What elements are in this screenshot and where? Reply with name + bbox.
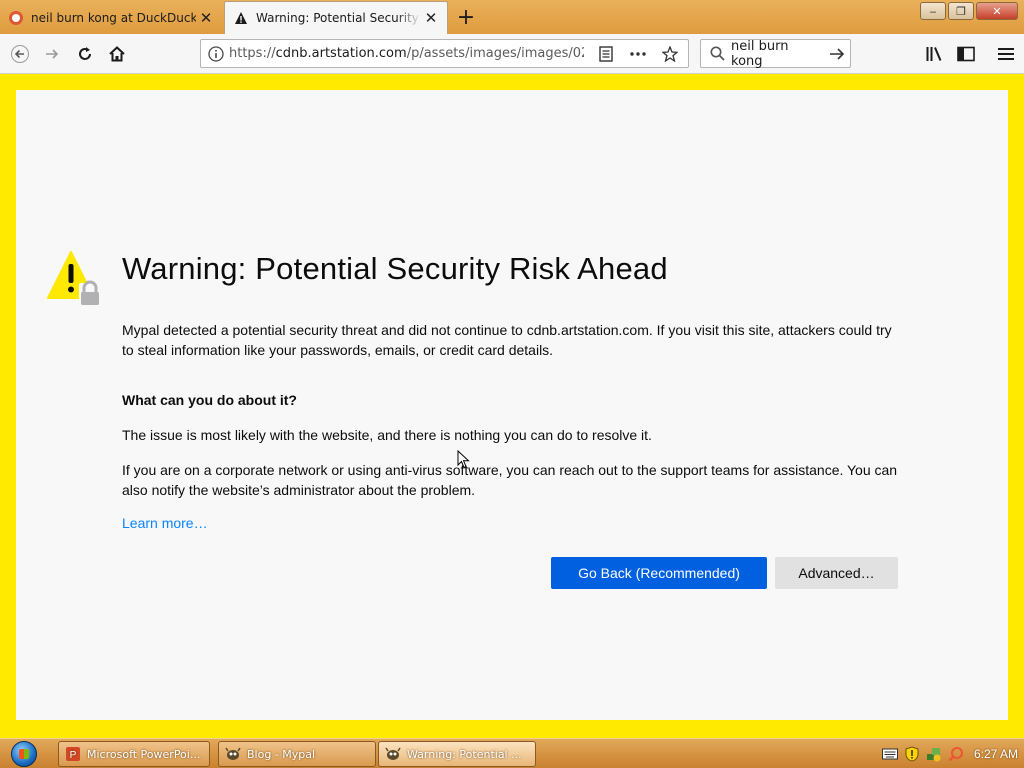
- sidebar-icon: [957, 46, 975, 62]
- advanced-button[interactable]: Advanced…: [775, 557, 898, 589]
- sidebar-button[interactable]: [952, 40, 980, 68]
- taskbar-item-powerpoint[interactable]: P Microsoft PowerPoi...: [58, 741, 210, 767]
- warning-icon: [233, 10, 249, 26]
- home-icon: [109, 46, 125, 62]
- restore-button[interactable]: ❐: [948, 2, 974, 20]
- library-button[interactable]: [920, 40, 948, 68]
- security-warning-page: Warning: Potential Security Risk Ahead M…: [16, 90, 1008, 720]
- powerpoint-icon: P: [65, 746, 81, 762]
- tab-duckduckgo[interactable]: neil burn kong at DuckDuckGo ✕: [0, 2, 222, 34]
- warning-lock-icon: [47, 251, 101, 307]
- close-tab-icon[interactable]: ✕: [196, 8, 216, 28]
- search-input[interactable]: neil burn kong: [729, 39, 824, 69]
- svg-text:P: P: [70, 750, 77, 761]
- intro-text: Mypal detected a potential security thre…: [122, 322, 892, 358]
- taskbar-item-label: Warning: Potential ...: [407, 747, 522, 761]
- close-tab-icon[interactable]: ✕: [421, 8, 441, 28]
- mypal-icon: [385, 746, 401, 762]
- duckduckgo-icon: [8, 10, 24, 26]
- bookmark-star-icon[interactable]: [656, 41, 684, 67]
- taskbar-item-blog-mypal[interactable]: Blog - Mypal: [218, 741, 376, 767]
- keyboard-icon[interactable]: [881, 746, 898, 762]
- navigation-toolbar: https://cdnb.artstation.com/p/assets/ima…: [0, 34, 1024, 74]
- search-bar[interactable]: neil burn kong: [700, 39, 851, 69]
- page-title: Warning: Potential Security Risk Ahead: [122, 251, 668, 286]
- hamburger-menu-icon: [998, 48, 1014, 60]
- search-icon: [705, 42, 729, 66]
- system-tray: 6:27 AM: [881, 739, 1018, 768]
- reload-icon: [79, 47, 91, 60]
- back-button[interactable]: [6, 40, 34, 68]
- site-info-icon[interactable]: [203, 41, 229, 67]
- taskbar-item-label: Microsoft PowerPoi...: [87, 747, 201, 761]
- url-scheme: https://: [229, 46, 276, 61]
- what-can-you-do-heading: What can you do about it?: [122, 392, 297, 408]
- library-icon: [926, 47, 942, 61]
- menu-button[interactable]: [992, 40, 1020, 68]
- tab-title: Warning: Potential Security Risk Ahead: [256, 11, 421, 25]
- tab-strip: neil burn kong at DuckDuckGo ✕ Warning: …: [0, 0, 1024, 34]
- volume-search-icon[interactable]: [948, 746, 964, 762]
- home-button[interactable]: [103, 40, 131, 68]
- new-tab-button[interactable]: +: [452, 4, 480, 30]
- close-window-button[interactable]: ✕: [976, 2, 1018, 20]
- url-path: /p/assets/images/images/02...: [406, 46, 584, 61]
- url-text[interactable]: https://cdnb.artstation.com/p/assets/ima…: [229, 46, 584, 61]
- windows-logo-icon: [11, 741, 37, 767]
- window-controls: ‒ ❐ ✕: [920, 2, 1018, 20]
- forward-arrow-icon: [46, 49, 59, 59]
- go-back-button[interactable]: Go Back (Recommended): [551, 557, 767, 589]
- learn-more-link[interactable]: Learn more…: [122, 515, 208, 531]
- tab-security-warning[interactable]: Warning: Potential Security Risk Ahead ✕: [224, 1, 448, 34]
- taskbar-item-warning[interactable]: Warning: Potential ...: [378, 741, 536, 767]
- reader-view-icon[interactable]: [592, 41, 620, 67]
- security-shield-icon[interactable]: [904, 746, 920, 762]
- mypal-icon: [225, 746, 241, 762]
- resolution-text: The issue is most likely with the websit…: [122, 427, 652, 443]
- search-go-arrow-icon[interactable]: [824, 42, 850, 66]
- url-host: cdnb.artstation.com: [275, 46, 407, 61]
- clock[interactable]: 6:27 AM: [974, 747, 1018, 761]
- support-text: If you are on a corporate network or usi…: [122, 462, 898, 498]
- page-actions-icon[interactable]: [624, 41, 652, 67]
- mouse-cursor-icon: [457, 450, 470, 469]
- reload-button[interactable]: [71, 40, 99, 68]
- back-arrow-icon: [11, 45, 29, 63]
- forward-button[interactable]: [38, 40, 66, 68]
- start-button[interactable]: [4, 740, 44, 768]
- network-icon[interactable]: [926, 746, 942, 762]
- url-bar[interactable]: https://cdnb.artstation.com/p/assets/ima…: [200, 39, 689, 68]
- taskbar: P Microsoft PowerPoi... Blog - Mypal War…: [0, 738, 1024, 768]
- minimize-button[interactable]: ‒: [920, 2, 946, 20]
- tab-title: neil burn kong at DuckDuckGo: [31, 11, 196, 25]
- taskbar-item-label: Blog - Mypal: [247, 747, 316, 761]
- content-viewport: Warning: Potential Security Risk Ahead M…: [0, 74, 1024, 738]
